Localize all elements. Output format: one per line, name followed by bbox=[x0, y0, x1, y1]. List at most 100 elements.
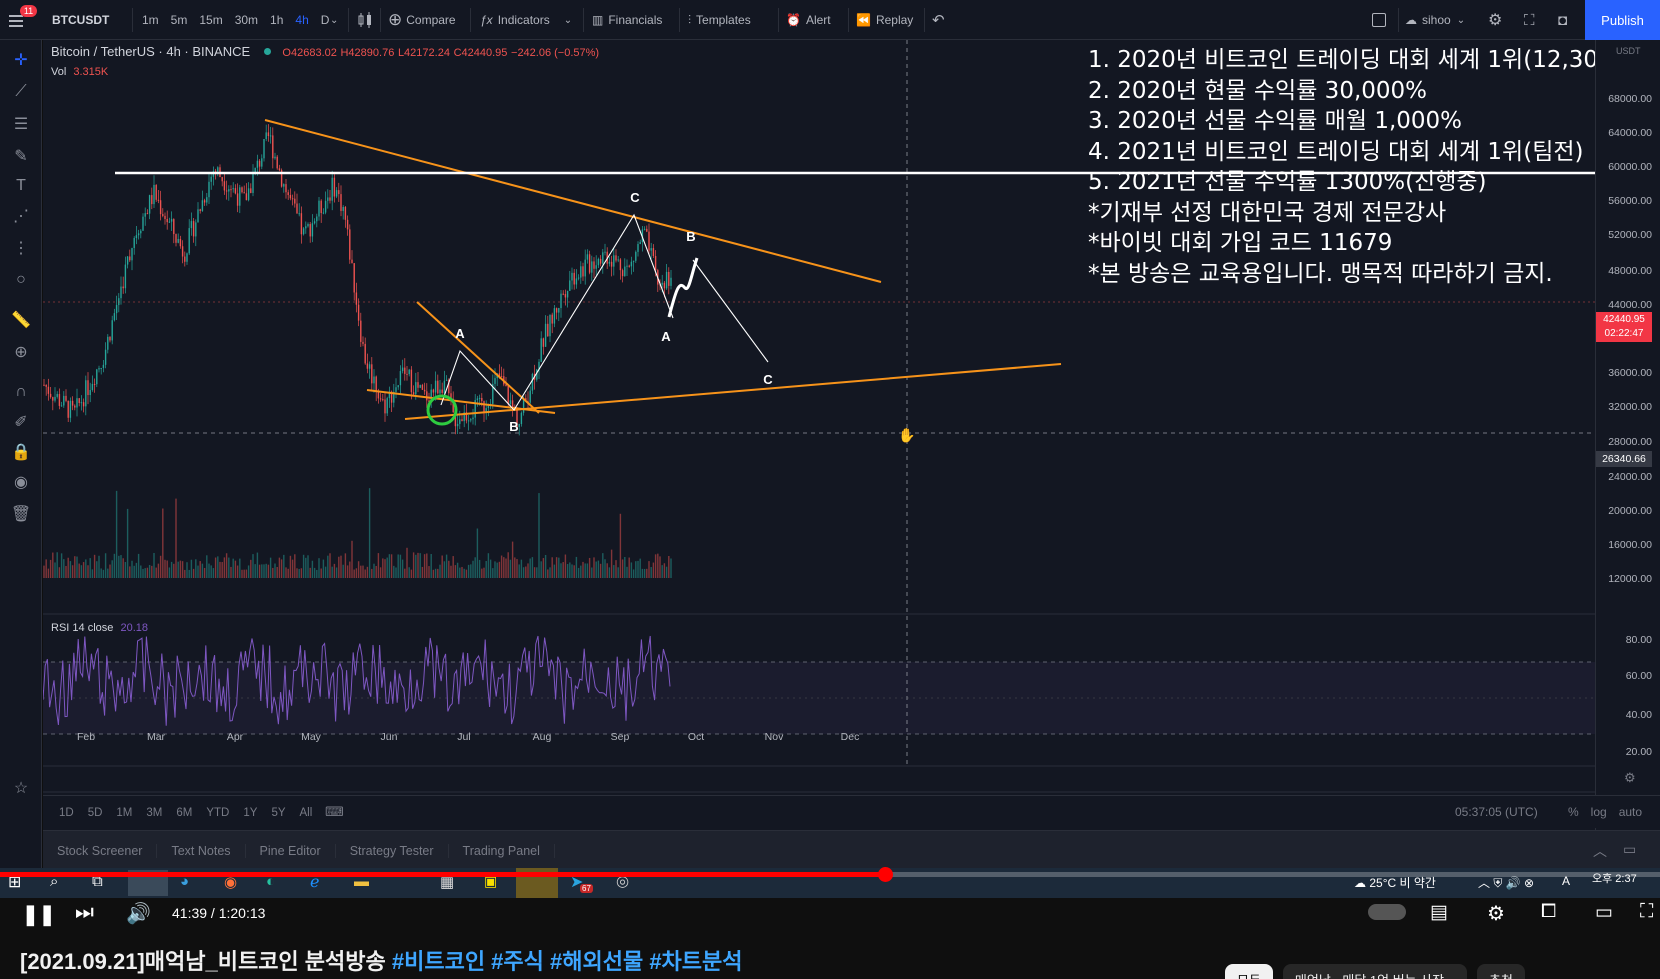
panel-tab-list: Stock Screener Text Notes Pine Editor Strat… bbox=[43, 835, 555, 867]
range-all[interactable]: All bbox=[300, 807, 313, 819]
pattern-icon[interactable]: ⋰ bbox=[9, 204, 33, 228]
trash-icon[interactable]: 🗑 bbox=[9, 502, 33, 526]
crosshair-price-badge: 26340.66 bbox=[1596, 451, 1652, 467]
filter-chip[interactable]: 추천 bbox=[1476, 964, 1525, 979]
undo-icon[interactable]: ↶ bbox=[932, 0, 945, 40]
price-tick-label: 60000.00 bbox=[1608, 161, 1652, 173]
range-ytd[interactable]: YTD bbox=[206, 807, 229, 819]
fullscreen-icon[interactable]: ⛶ bbox=[1524, 0, 1535, 40]
video-hashtags[interactable]: #비트코인 #주식 #해외선물 #차트분석 bbox=[392, 949, 743, 974]
timeframe-5m[interactable]: 5m bbox=[171, 13, 188, 27]
date-range-icon[interactable]: ⌨ bbox=[325, 804, 344, 820]
lock-drawing-icon[interactable]: ✐ bbox=[9, 410, 33, 434]
candle-type-button[interactable] bbox=[356, 0, 374, 40]
theater-mode-icon[interactable]: ▭ bbox=[1595, 901, 1613, 924]
templates-button[interactable]: ⫶ Templates bbox=[688, 0, 751, 40]
user-menu[interactable]: ☁ sihoo ⌄ bbox=[1405, 0, 1465, 40]
player-settings-icon[interactable]: ⚙ bbox=[1487, 901, 1505, 926]
ruler-icon[interactable]: 📏 bbox=[9, 308, 33, 332]
timeframe-D[interactable]: D bbox=[321, 13, 330, 27]
range-3m[interactable]: 3M bbox=[146, 807, 162, 819]
brush-icon[interactable]: ✎ bbox=[9, 144, 33, 168]
timeframe-4h[interactable]: 4h bbox=[295, 13, 308, 27]
range-6m[interactable]: 6M bbox=[176, 807, 192, 819]
replay-button[interactable]: ⏪ Replay bbox=[856, 0, 913, 40]
progress-scrubber[interactable] bbox=[877, 867, 893, 882]
indicators-button[interactable]: ƒx Indicators ⌄ bbox=[480, 0, 572, 40]
volume-bar bbox=[496, 562, 498, 578]
collapse-panel-icon[interactable]: ︿ bbox=[1593, 841, 1607, 861]
filter-chip[interactable]: 매억남 - 매달 1억 버는 사장... bbox=[1282, 964, 1467, 979]
horizontal-lines-icon[interactable]: ☰ bbox=[9, 112, 33, 136]
candle-body bbox=[120, 286, 122, 299]
panel-tab[interactable]: Stock Screener bbox=[43, 844, 158, 858]
volume-bar bbox=[531, 557, 534, 578]
axis-opt-log[interactable]: log bbox=[1591, 805, 1607, 819]
range-5d[interactable]: 5D bbox=[88, 807, 103, 819]
video-player-controls: ❚❚ ⏭ 🔊 41:39 / 1:20:13 ▤ ⚙ ⧠ ▭ ⛶ bbox=[0, 898, 1660, 928]
candle-body bbox=[184, 256, 186, 262]
volume-bar bbox=[485, 561, 487, 578]
candle-body bbox=[245, 193, 248, 201]
volume-bar bbox=[43, 565, 45, 578]
volume-bar bbox=[219, 561, 221, 578]
magnet-icon[interactable]: ∩ bbox=[9, 380, 33, 404]
axis-opt-auto[interactable]: auto bbox=[1619, 805, 1642, 819]
range-1y[interactable]: 1Y bbox=[243, 807, 257, 819]
candle-body bbox=[47, 386, 50, 394]
projected-move bbox=[667, 257, 699, 318]
alert-button[interactable]: ⏰ Alert bbox=[786, 0, 831, 40]
financials-button[interactable]: ▥ Financials bbox=[592, 0, 662, 40]
timeframe-15m[interactable]: 15m bbox=[199, 13, 222, 27]
progress-track[interactable] bbox=[0, 867, 1660, 882]
volume-bar bbox=[181, 561, 184, 578]
volume-bar bbox=[445, 554, 448, 578]
subtitles-icon[interactable]: ▤ bbox=[1430, 901, 1448, 924]
candle-body bbox=[142, 216, 144, 231]
fullscreen-player-icon[interactable]: ⛶ bbox=[1640, 901, 1653, 923]
settings-gear-icon[interactable]: ⚙ bbox=[1488, 0, 1502, 40]
maximize-panel-icon[interactable]: ▭ bbox=[1623, 841, 1636, 858]
miniplayer-icon[interactable]: ⧠ bbox=[1541, 901, 1556, 923]
zoom-in-icon[interactable]: ⊕ bbox=[9, 340, 33, 364]
price-tick-label: 52000.00 bbox=[1608, 229, 1652, 241]
timeframe-dropdown-icon[interactable]: ⌄ bbox=[330, 0, 338, 40]
range-1m[interactable]: 1M bbox=[116, 807, 132, 819]
crosshair-icon[interactable]: ✛ bbox=[9, 48, 33, 72]
star-icon[interactable]: ☆ bbox=[9, 776, 33, 800]
timeframe-30m[interactable]: 30m bbox=[235, 13, 258, 27]
layout-button[interactable] bbox=[1372, 0, 1386, 40]
compare-button[interactable]: ⊕ Compare bbox=[388, 0, 456, 40]
camera-icon[interactable]: ◘ bbox=[1558, 0, 1567, 40]
volume-icon[interactable]: 🔊 bbox=[126, 901, 151, 926]
circle-shape-icon[interactable]: ○ bbox=[9, 268, 33, 292]
timeframe-1m[interactable]: 1m bbox=[142, 13, 159, 27]
volume-bar bbox=[206, 555, 208, 578]
measure-lines-icon[interactable]: ⋮ bbox=[9, 236, 33, 260]
axis-settings-icon[interactable]: ⚙ bbox=[1624, 770, 1636, 786]
next-video-icon[interactable]: ⏭ bbox=[75, 901, 94, 925]
range-1d[interactable]: 1D bbox=[59, 807, 74, 819]
pause-icon[interactable]: ❚❚ bbox=[22, 902, 56, 927]
panel-tab[interactable]: Pine Editor bbox=[246, 844, 336, 858]
candle-body bbox=[313, 221, 316, 224]
autoplay-toggle[interactable] bbox=[1368, 904, 1406, 920]
volume-bar bbox=[278, 557, 281, 578]
range-5y[interactable]: 5Y bbox=[271, 807, 285, 819]
lock-icon[interactable]: 🔒 bbox=[9, 440, 33, 464]
trendline-icon[interactable]: ⟋ bbox=[9, 80, 33, 104]
candle-body bbox=[278, 168, 281, 171]
candle-body bbox=[115, 305, 118, 314]
publish-button[interactable]: Publish bbox=[1585, 0, 1660, 40]
alert-label: Alert bbox=[805, 13, 831, 27]
filter-chip[interactable]: 모두 bbox=[1225, 964, 1273, 979]
utc-clock[interactable]: 05:37:05 (UTC) bbox=[1455, 805, 1538, 819]
text-tool-icon[interactable]: T bbox=[9, 174, 33, 198]
panel-tab[interactable]: Strategy Tester bbox=[336, 844, 449, 858]
panel-tab[interactable]: Trading Panel bbox=[449, 844, 555, 858]
eye-icon[interactable]: ◉ bbox=[9, 470, 33, 494]
panel-tab[interactable]: Text Notes bbox=[157, 844, 246, 858]
axis-opt-percent[interactable]: % bbox=[1568, 805, 1579, 819]
symbol-search[interactable]: BTCUSDT bbox=[52, 0, 109, 40]
timeframe-1h[interactable]: 1h bbox=[270, 13, 283, 27]
